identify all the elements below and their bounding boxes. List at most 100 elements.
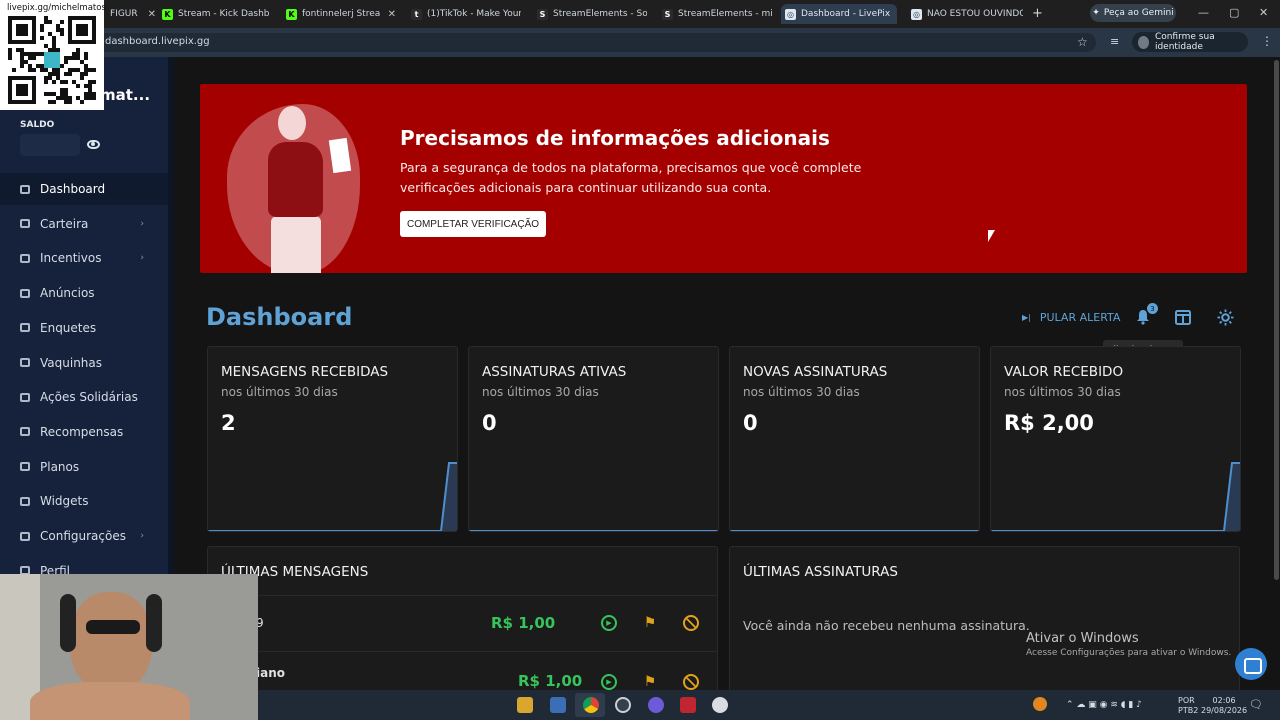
weather-icon[interactable] <box>1033 697 1047 711</box>
nav-icon <box>20 462 30 472</box>
tab-label: StreamElements - Sol <box>553 9 647 19</box>
page-scrollbar[interactable] <box>1274 60 1279 580</box>
illustration-person-legs <box>271 216 321 273</box>
sidebar-item-1[interactable]: Dashboard <box>0 173 168 205</box>
qr-code <box>8 16 96 104</box>
sidebar-item-2[interactable]: Carteira › <box>0 208 168 240</box>
sidebar-item-9[interactable]: Planos <box>0 451 168 483</box>
alert-count-badge: 3 <box>1147 303 1158 314</box>
nav-icon <box>20 531 30 541</box>
nav-icon <box>20 358 30 367</box>
skip-alert-button[interactable]: ▶| PULAR ALERTA <box>1022 311 1120 324</box>
saldo-label: SALDO <box>20 120 55 130</box>
eye-icon[interactable] <box>87 140 100 149</box>
page-title: Dashboard <box>206 303 353 331</box>
media-control-icon[interactable]: ≡ <box>1110 35 1119 48</box>
stat-card-subtitle: nos últimos 30 dias <box>1004 385 1121 399</box>
stat-card-title: ASSINATURAS ATIVAS <box>482 364 627 380</box>
obs-icon[interactable] <box>615 697 631 713</box>
chatgpt-icon[interactable] <box>712 697 728 713</box>
message-sender: iano <box>256 666 285 680</box>
activate-windows-title: Ativar o Windows <box>1026 631 1139 646</box>
tab-1[interactable]: FIGUR ✕ <box>106 4 156 24</box>
sidebar-item-5[interactable]: Enquetes <box>0 312 168 344</box>
play-icon[interactable]: ▶ <box>601 674 617 690</box>
tab-3[interactable]: Kfontinnelerj Strea ✕ <box>282 4 396 24</box>
stat-card-title: VALOR RECEBIDO <box>1004 364 1124 380</box>
url-text[interactable]: dashboard.livepix.gg <box>105 36 210 47</box>
layout-icon[interactable] <box>1175 310 1191 325</box>
kebab-menu-icon[interactable]: ⋮ <box>1261 34 1273 48</box>
sidebar-item-8[interactable]: Recompensas <box>0 416 168 448</box>
discord-icon[interactable] <box>648 697 664 713</box>
clock[interactable]: 02:06 29/08/2026 <box>1201 696 1247 716</box>
tab-favicon-icon: t <box>411 8 422 20</box>
stat-card-subtitle: nos últimos 30 dias <box>743 385 860 399</box>
streamer-app-icon[interactable] <box>680 697 696 713</box>
omnibox[interactable] <box>96 33 1096 52</box>
sidebar-item-label: Planos <box>40 459 80 474</box>
tab-4[interactable]: t(1)TikTok - Make Your✕ <box>407 4 521 24</box>
minimize-button[interactable]: — <box>1198 6 1209 19</box>
nav-icon <box>20 253 30 263</box>
new-tab-button[interactable]: + <box>1032 6 1043 21</box>
block-icon[interactable] <box>683 615 699 631</box>
chevron-right-icon: › <box>140 531 144 541</box>
maximize-button[interactable]: ▢ <box>1229 6 1239 19</box>
tab-favicon-icon: S <box>662 8 673 20</box>
headphone-left <box>60 594 76 652</box>
sidebar-item-7[interactable]: Ações Solidárias <box>0 381 168 413</box>
close-window-button[interactable]: ✕ <box>1259 6 1268 19</box>
activate-windows-text: Acesse Configurações para ativar o Windo… <box>1026 648 1232 658</box>
latest-subscriptions-panel: ÚLTIMAS ASSINATURAS Você ainda não receb… <box>729 546 1240 696</box>
sidebar-item-label: Incentivos <box>40 251 102 266</box>
tab-close-icon[interactable]: ✕ <box>148 9 156 20</box>
chat-support-button[interactable] <box>1235 648 1267 680</box>
complete-verification-button[interactable]: COMPLETAR VERIFICAÇÃO <box>400 211 546 237</box>
tab-favicon-icon: S <box>537 8 548 20</box>
identity-button[interactable]: Confirme sua identidade <box>1132 32 1248 52</box>
notifications-icon[interactable]: 🗨 <box>1249 698 1263 711</box>
file-explorer-icon[interactable] <box>517 697 533 713</box>
sidebar-item-10[interactable]: Widgets <box>0 485 168 517</box>
tab-label: fontinnelerj Strea <box>302 9 381 19</box>
sidebar-item-6[interactable]: Vaquinhas <box>0 347 168 379</box>
editor-app-icon[interactable] <box>550 697 566 713</box>
flag-icon[interactable]: ⚑ <box>642 674 658 690</box>
sidebar-item-label: Widgets <box>40 494 89 509</box>
tab-favicon-icon: K <box>162 8 173 20</box>
flag-icon[interactable]: ⚑ <box>642 615 658 631</box>
tab-label: Stream - Kick Dashbo <box>178 9 270 19</box>
sun-icon[interactable] <box>1217 309 1234 326</box>
block-icon[interactable] <box>683 674 699 690</box>
tab-5[interactable]: SStreamElements - Sol✕ <box>533 4 647 24</box>
star-icon[interactable]: ☆ <box>1077 35 1088 49</box>
sparkle-icon: ✦ <box>1092 8 1100 18</box>
tab-close-icon[interactable]: ✕ <box>388 9 396 20</box>
sidebar-item-3[interactable]: Incentivos › <box>0 242 168 274</box>
message-amount: R$ 1,00 <box>491 614 556 632</box>
chrome-icon[interactable] <box>583 697 599 713</box>
sidebar-item-label: Carteira <box>40 216 89 231</box>
latest-messages-panel: ÚLTIMAS MENSAGENS 9 R$ 1,00 ▶ ⚑ iano R$ 1,00 ▶… <box>207 546 718 696</box>
tab-close-icon[interactable]: ✕ <box>896 9 897 20</box>
tab-6[interactable]: SStreamElements - mic✕ <box>658 4 772 24</box>
nav-icon <box>20 392 30 402</box>
tab-8[interactable]: ◎NAO ESTOU OUVINDO✕ <box>907 4 1023 24</box>
sidebar-item-label: Anúncios <box>40 286 95 301</box>
play-icon[interactable]: ▶ <box>601 615 617 631</box>
layout-text: PTB2 <box>1178 706 1199 715</box>
sidebar-item-label: Enquetes <box>40 320 97 335</box>
sidebar-item-4[interactable]: Anúncios <box>0 277 168 309</box>
sparkline <box>208 462 457 531</box>
nav-icon <box>20 427 30 437</box>
sparkline-area <box>991 463 1240 531</box>
gemini-button[interactable]: ✦ Peça ao Gemini <box>1090 4 1176 22</box>
language-indicator[interactable]: POR PTB2 <box>1178 696 1198 716</box>
tab-7[interactable]: ◎ Dashboard - LivePix ✕ <box>781 4 897 24</box>
tab-2[interactable]: KStream - Kick Dashbo✕ <box>158 4 270 24</box>
sidebar-item-label: Recompensas <box>40 424 124 439</box>
sidebar-item-11[interactable]: Configurações › <box>0 520 168 552</box>
tray-icons[interactable]: ⌃ ☁ ▣ ◉ ≋ ◖ ▮ ♪ <box>1066 700 1142 710</box>
tab-label: StreamElements - mic <box>678 9 772 19</box>
